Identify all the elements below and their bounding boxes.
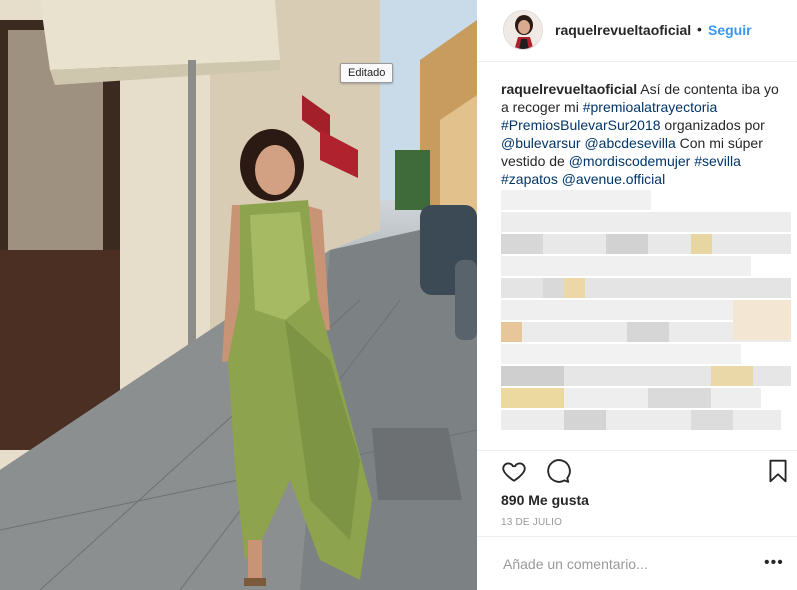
post-photo-illustration [0, 0, 477, 590]
avatar-image [504, 11, 542, 49]
post-date[interactable]: 13 DE JULIO [501, 517, 562, 528]
bookmark-icon[interactable] [765, 458, 791, 484]
caption-text: organizados por [660, 117, 765, 133]
pixelated-comments [501, 190, 791, 430]
mention-link[interactable]: @bulevarsur [501, 135, 581, 151]
avatar[interactable] [503, 10, 543, 50]
comment-bubble-glyph [547, 459, 571, 483]
comment-bar: ••• [477, 536, 797, 590]
heart-outline-icon[interactable] [501, 458, 527, 484]
hashtag-link[interactable]: #sevilla [694, 153, 741, 169]
mention-link[interactable]: @avenue.official [562, 171, 665, 187]
separator-dot: • [697, 21, 702, 37]
post-caption: raquelrevueltaoficial Así de contenta ib… [501, 80, 785, 188]
hashtag-link[interactable]: #PremiosBulevarSur2018 [501, 117, 661, 133]
bookmark-glyph [769, 459, 787, 483]
comment-bubble-icon[interactable] [545, 458, 571, 484]
post-actions [477, 450, 797, 490]
likes-count[interactable]: 890 Me gusta [501, 492, 589, 508]
mention-link[interactable]: @abcdesevilla [584, 135, 675, 151]
post-side-panel: raquelrevueltaoficial • Seguir raquelrev… [477, 0, 797, 590]
more-options-icon[interactable]: ••• [764, 554, 784, 572]
edited-tooltip: Editado [340, 63, 394, 83]
caption-author[interactable]: raquelrevueltaoficial [501, 81, 637, 97]
mention-link[interactable]: @mordiscodemujer [569, 153, 691, 169]
post-photo[interactable]: Editado [0, 0, 477, 590]
post-author-username[interactable]: raquelrevueltaoficial [555, 22, 691, 38]
comment-input[interactable] [503, 554, 743, 574]
follow-button[interactable]: Seguir [708, 22, 752, 38]
heart-outline-glyph [502, 462, 526, 482]
hashtag-link[interactable]: #premioalatrayectoria [583, 99, 718, 115]
post-header: raquelrevueltaoficial • Seguir [477, 0, 797, 62]
hashtag-link[interactable]: #zapatos [501, 171, 558, 187]
